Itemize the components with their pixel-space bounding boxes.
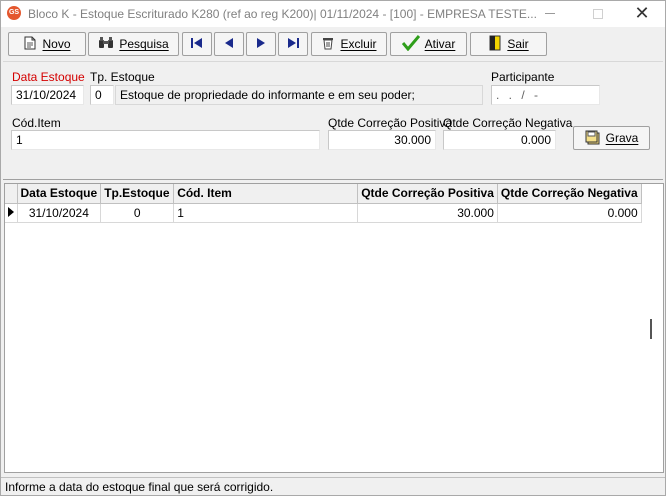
cell-qtde-negativa[interactable]: 0.000 <box>497 203 642 223</box>
ativar-label: Ativar <box>424 37 456 51</box>
cell-qtde-positiva[interactable]: 30.000 <box>357 203 498 223</box>
last-record-icon <box>286 37 300 52</box>
cod-item-field[interactable]: 1 <box>11 130 320 150</box>
status-bar: Informe a data do estoque final que será… <box>1 477 665 495</box>
pesquisa-label: Pesquisa <box>119 37 169 51</box>
next-record-button[interactable] <box>246 32 276 56</box>
excluir-button[interactable]: Excluir <box>311 32 387 56</box>
new-document-icon <box>23 36 37 53</box>
window-title: Bloco K - Estoque Escriturado K280 (ref … <box>28 7 537 21</box>
grid-header-row: Data Estoque Tp.Estoque Cód. Item Qtde C… <box>5 184 642 204</box>
ativar-button[interactable]: Ativar <box>390 32 467 56</box>
cod-item-label: Cód.Item <box>12 116 61 130</box>
minimize-icon <box>545 13 555 14</box>
maximize-button[interactable] <box>575 1 621 27</box>
tp-estoque-field[interactable]: 0 <box>90 85 114 105</box>
tp-estoque-label: Tp. Estoque <box>90 70 155 84</box>
binoculars-icon <box>98 36 114 53</box>
novo-button[interactable]: Novo <box>8 32 86 56</box>
next-record-icon <box>255 37 267 52</box>
first-record-icon <box>190 37 204 52</box>
sair-button[interactable]: Sair <box>470 32 547 56</box>
data-grid[interactable]: Data Estoque Tp.Estoque Cód. Item Qtde C… <box>4 183 664 473</box>
qtde-positiva-label: Qtde Correção Positiva <box>328 116 453 130</box>
title-bar: GS Bloco K - Estoque Escriturado K280 (r… <box>1 1 665 27</box>
row-indicator-header <box>5 184 18 204</box>
cell-cod-item[interactable]: 1 <box>173 203 359 223</box>
cell-tp-estoque[interactable]: 0 <box>100 203 175 223</box>
checkmark-icon <box>401 34 420 54</box>
toolbar: Novo Pesquisa Excluir Ativar Sair <box>1 29 665 59</box>
current-row-arrow-icon <box>8 206 14 217</box>
grava-button[interactable]: Grava <box>573 126 650 150</box>
col-header-tp-estoque[interactable]: Tp.Estoque <box>100 184 175 204</box>
qtde-negativa-label: Qtde Correção Negativa <box>443 116 573 130</box>
col-header-data-estoque[interactable]: Data Estoque <box>17 184 102 204</box>
exit-door-icon <box>488 35 502 54</box>
close-icon: ✕ <box>634 3 650 23</box>
excluir-label: Excluir <box>340 37 377 51</box>
col-header-qtde-negativa[interactable]: Qtde Correção Negativa <box>497 184 642 204</box>
data-estoque-label: Data Estoque <box>12 70 85 84</box>
qtde-positiva-field[interactable]: 30.000 <box>328 130 436 150</box>
first-record-button[interactable] <box>182 32 212 56</box>
participante-label: Participante <box>491 70 555 84</box>
grid-table: Data Estoque Tp.Estoque Cód. Item Qtde C… <box>5 184 642 223</box>
save-icon <box>585 129 601 148</box>
novo-label: Novo <box>42 37 71 51</box>
qtde-negativa-field[interactable]: 0.000 <box>443 130 556 150</box>
window: GS Bloco K - Estoque Escriturado K280 (r… <box>0 0 666 496</box>
close-button[interactable]: ✕ <box>619 1 665 27</box>
previous-record-icon <box>223 37 235 52</box>
scrollbar-thumb[interactable] <box>650 319 652 339</box>
col-header-cod-item[interactable]: Cód. Item <box>173 184 359 204</box>
participante-mask: . . / - <box>496 88 541 102</box>
last-record-button[interactable] <box>278 32 308 56</box>
grava-label: Grava <box>605 131 639 145</box>
minimize-button[interactable] <box>527 1 573 27</box>
previous-record-button[interactable] <box>214 32 244 56</box>
app-logo-icon: GS <box>7 6 21 20</box>
pesquisa-button[interactable]: Pesquisa <box>88 32 179 56</box>
maximize-icon <box>593 9 603 19</box>
form-panel: Data Estoque 31/10/2024 Tp. Estoque 0 Es… <box>3 61 663 180</box>
col-header-qtde-positiva[interactable]: Qtde Correção Positiva <box>357 184 498 204</box>
cell-data-estoque[interactable]: 31/10/2024 <box>17 203 102 223</box>
trash-icon <box>321 36 335 53</box>
participante-field[interactable]: . . / - <box>491 85 600 105</box>
current-row-indicator <box>5 203 18 223</box>
tp-estoque-description: Estoque de propriedade do informante e e… <box>115 85 483 105</box>
sair-label: Sair <box>507 37 529 51</box>
table-row[interactable]: 31/10/2024 0 1 30.000 0.000 <box>5 203 642 223</box>
data-estoque-field[interactable]: 31/10/2024 <box>11 85 84 105</box>
